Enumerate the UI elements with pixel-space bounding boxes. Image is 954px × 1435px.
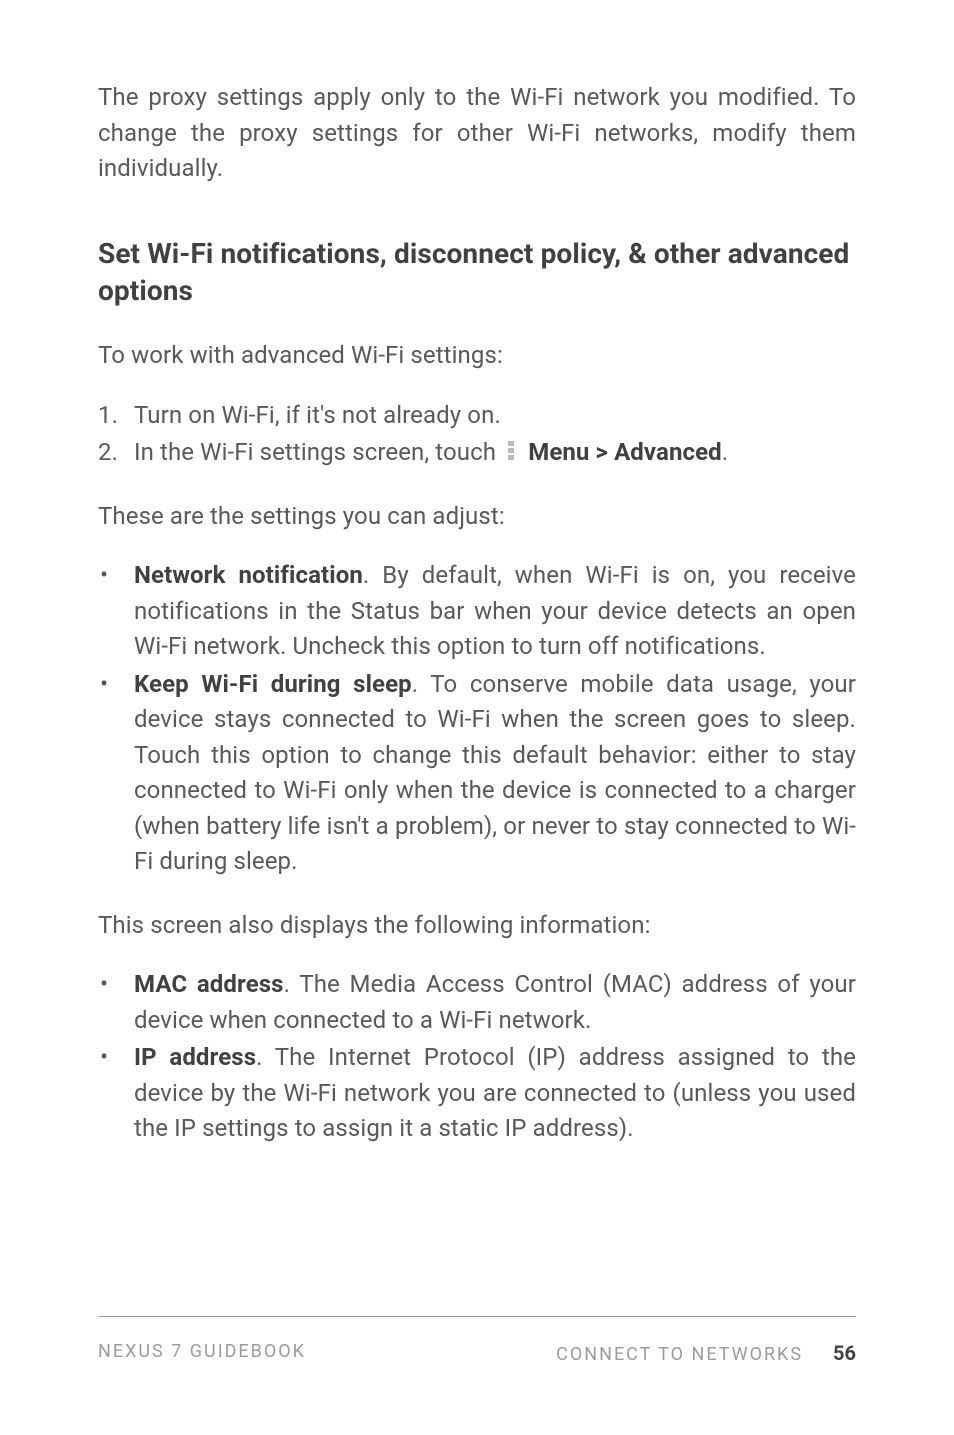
step-text-suffix: . [722,438,728,466]
list-item: • MAC address. The Media Access Control … [98,967,856,1038]
lead-paragraph: To work with advanced Wi-Fi settings: [98,338,856,374]
paragraph: These are the settings you can adjust: [98,499,856,535]
footer-divider [98,1316,856,1317]
info-list: • MAC address. The Media Access Control … [98,967,856,1147]
menu-path: Menu > Advanced [528,438,722,466]
list-item-body: IP address. The Internet Protocol (IP) a… [134,1040,856,1147]
info-title: MAC address [134,970,284,998]
bullet-icon: • [98,558,134,665]
step-text-prefix: In the Wi-Fi settings screen, touch [134,438,502,466]
footer-right-group: CONNECT TO NETWORKS 56 [556,1339,856,1369]
page-number: 56 [833,1339,856,1369]
settings-list: • Network notification. By default, when… [98,558,856,880]
list-item: • IP address. The Internet Protocol (IP)… [98,1040,856,1147]
bullet-icon: • [98,1040,134,1147]
step-text: Turn on Wi-Fi, if it's not already on. [134,398,856,434]
step-number: 2. [98,435,134,471]
step-number: 1. [98,398,134,434]
section-heading: Set Wi-Fi notifications, disconnect poli… [98,235,856,311]
steps-list: 1. Turn on Wi-Fi, if it's not already on… [98,398,856,471]
list-item-body: Network notification. By default, when W… [134,558,856,665]
setting-title: Network notification [134,561,363,589]
list-item: • Network notification. By default, when… [98,558,856,665]
paragraph: This screen also displays the following … [98,908,856,944]
list-item: 1. Turn on Wi-Fi, if it's not already on… [98,398,856,434]
list-item: • Keep Wi-Fi during sleep. To conserve m… [98,667,856,880]
footer-row: NEXUS 7 GUIDEBOOK CONNECT TO NETWORKS 56 [98,1339,856,1369]
list-item-body: Keep Wi-Fi during sleep. To conserve mob… [134,667,856,880]
list-item-body: MAC address. The Media Access Control (M… [134,967,856,1038]
bullet-icon: • [98,667,134,880]
setting-description: . To conserve mobile data usage, your de… [134,670,856,876]
setting-title: Keep Wi-Fi during sleep [134,670,412,698]
footer-section-title: CONNECT TO NETWORKS [556,1342,803,1369]
info-title: IP address [134,1043,256,1071]
overflow-menu-icon [506,440,516,462]
step-text: In the Wi-Fi settings screen, touch Menu… [134,435,856,471]
footer-book-title: NEXUS 7 GUIDEBOOK [98,1339,306,1369]
page-footer: NEXUS 7 GUIDEBOOK CONNECT TO NETWORKS 56 [98,1316,856,1369]
bullet-icon: • [98,967,134,1038]
intro-paragraph: The proxy settings apply only to the Wi-… [98,80,856,187]
list-item: 2. In the Wi-Fi settings screen, touch M… [98,435,856,471]
